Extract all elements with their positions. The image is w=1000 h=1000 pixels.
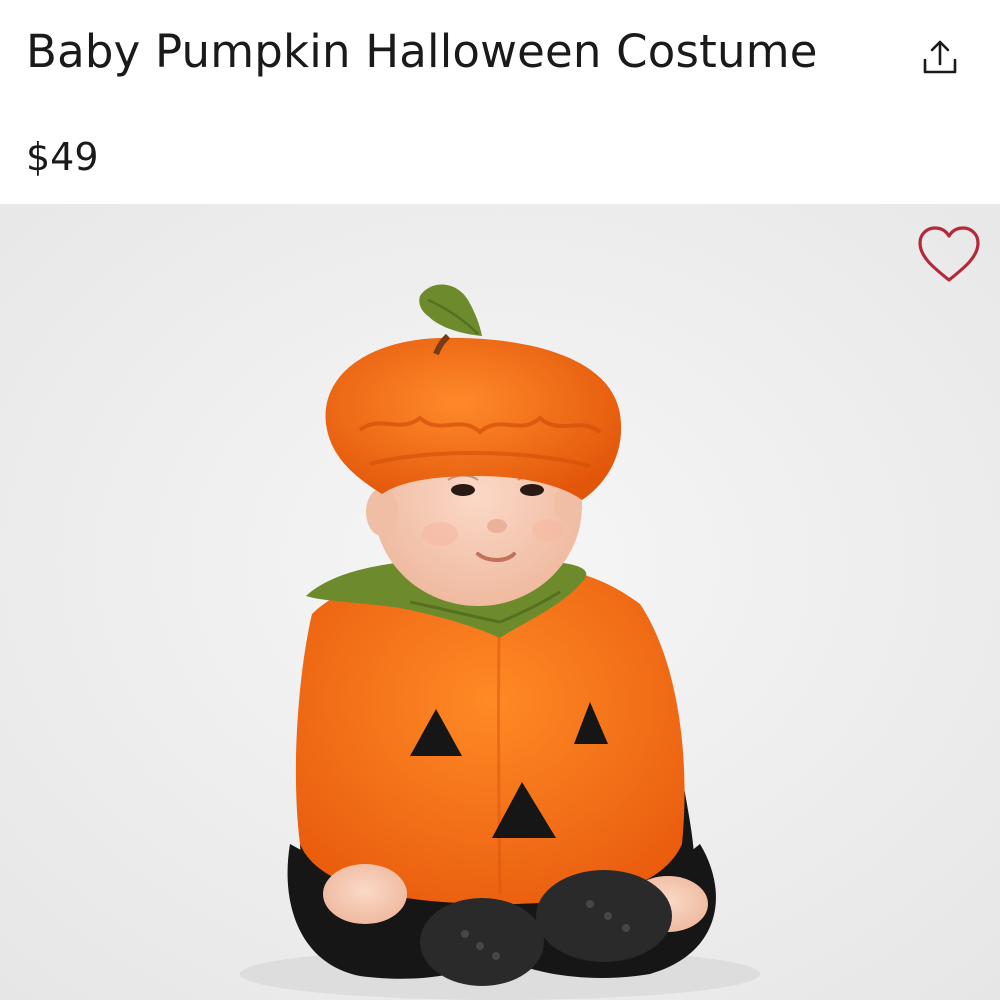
- baby-pumpkin-costume-photo: [0, 204, 1000, 1000]
- product-page: Baby Pumpkin Halloween Costume $49: [0, 0, 1000, 1000]
- product-header: Baby Pumpkin Halloween Costume $49: [0, 0, 1000, 204]
- share-icon: [923, 40, 957, 74]
- heart-outline-icon: [918, 226, 980, 282]
- product-title: Baby Pumpkin Halloween Costume: [26, 25, 818, 78]
- product-image[interactable]: [0, 204, 1000, 1000]
- favorite-button[interactable]: [914, 224, 984, 286]
- product-price: $49: [26, 135, 99, 179]
- share-button[interactable]: [918, 36, 962, 80]
